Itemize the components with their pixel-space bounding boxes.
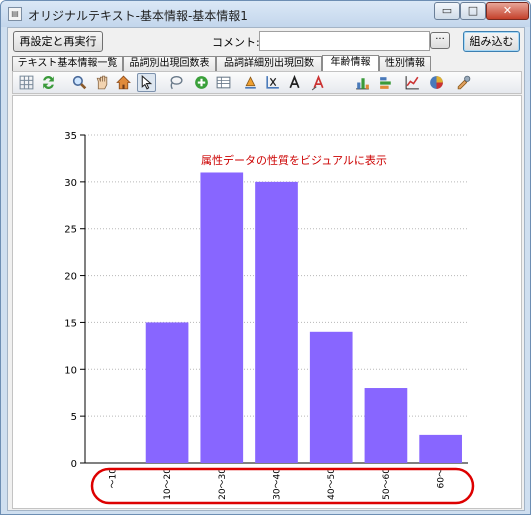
highlight-ellipse [90,467,475,505]
maximize-button[interactable]: □ [460,2,486,20]
chart-toolbar [12,71,522,94]
bar-4 [309,331,353,463]
pan-hand-icon[interactable] [93,74,110,91]
bar-6 [419,434,462,463]
y-tick-label: 0 [71,459,77,470]
y-tick-label: 35 [64,131,77,142]
x-tick-label: 60～ [437,468,447,488]
chart-annotation: 属性データの性質をビジュアルに表示 [201,153,387,167]
stacked-bar-icon[interactable] [378,74,395,91]
age-bar-chart: 0 5 10 15 20 25 30 35 ～10 10～20 20～30 30～40 40～50 50～… [64,131,475,505]
title-bar[interactable]: ▤ オリジナルテキスト-基本情報-基本情報1 ▭ □ ✕ [1,1,530,27]
import-button[interactable]: 組み込む [463,31,520,52]
y-tick-label: 10 [64,365,77,376]
pie-chart-icon[interactable] [428,74,445,91]
line-chart-icon[interactable] [404,74,421,91]
comment-more-button[interactable]: ··· [430,32,450,49]
tab-pos-frequency[interactable]: 品詞別出現回数表 [123,56,216,71]
document-icon: ▤ [8,7,22,21]
home-icon[interactable] [115,74,132,91]
comment-label: コメント: [212,36,260,49]
tab-bar: テキスト基本情報一覧 品詞別出現回数表 品詞詳細別出現回数 年齢情報 性別情報 [12,55,522,71]
bar-1 [145,322,189,463]
grid-icon[interactable] [18,74,35,91]
tab-gender-info[interactable]: 性別情報 [379,56,431,71]
y-tick-label: 15 [64,318,77,329]
minimize-button[interactable]: ▭ [434,2,460,20]
y-tick-label: 20 [64,272,77,283]
settings-icon[interactable] [455,74,472,91]
refresh-icon[interactable] [40,74,57,91]
annotation-icon[interactable] [310,74,327,91]
bar-chart-icon[interactable] [354,74,371,91]
window-title: オリジナルテキスト-基本情報-基本情報1 [28,9,248,23]
y-tick-label: 25 [64,225,77,236]
text-icon[interactable] [286,74,303,91]
add-icon[interactable] [193,74,210,91]
plot-area: 0 5 10 15 20 25 30 35 ～10 10～20 20～30 30～40 40～50 50～… [12,95,522,509]
tab-age-info[interactable]: 年齢情報 [322,55,379,71]
bar-2 [200,172,244,463]
lasso-icon[interactable] [167,74,184,91]
x-tick-label: 50～60 [382,468,392,500]
app-window: ▤ オリジナルテキスト-基本情報-基本情報1 ▭ □ ✕ 再設定と再実行 コメン… [0,0,531,515]
close-button[interactable]: ✕ [486,2,529,20]
y-tick-label: 5 [71,412,77,423]
tab-text-basic-info[interactable]: テキスト基本情報一覧 [12,56,123,71]
bar-5 [364,388,408,463]
zoom-icon[interactable] [71,74,88,91]
main-panel: 再設定と再実行 コメント: ··· 組み込む テキスト基本情報一覧 品詞別出現回… [7,27,525,511]
x-tick-label: 40～50 [327,468,337,500]
rerun-button[interactable]: 再設定と再実行 [13,31,103,52]
pointer-icon[interactable] [137,73,156,92]
x-tick-label: ～10 [108,468,118,489]
table-icon[interactable] [215,74,232,91]
axis-label-icon[interactable] [264,74,281,91]
point-label-icon[interactable] [242,74,259,91]
x-tick-label: 10～20 [163,468,173,500]
y-tick-label: 30 [64,178,77,189]
x-tick-label: 20～30 [218,468,228,500]
x-tick-label: 30～40 [273,468,283,500]
bar-3 [255,181,298,463]
tab-pos-detail-frequency[interactable]: 品詞詳細別出現回数 [216,56,322,71]
comment-input[interactable] [259,31,430,51]
